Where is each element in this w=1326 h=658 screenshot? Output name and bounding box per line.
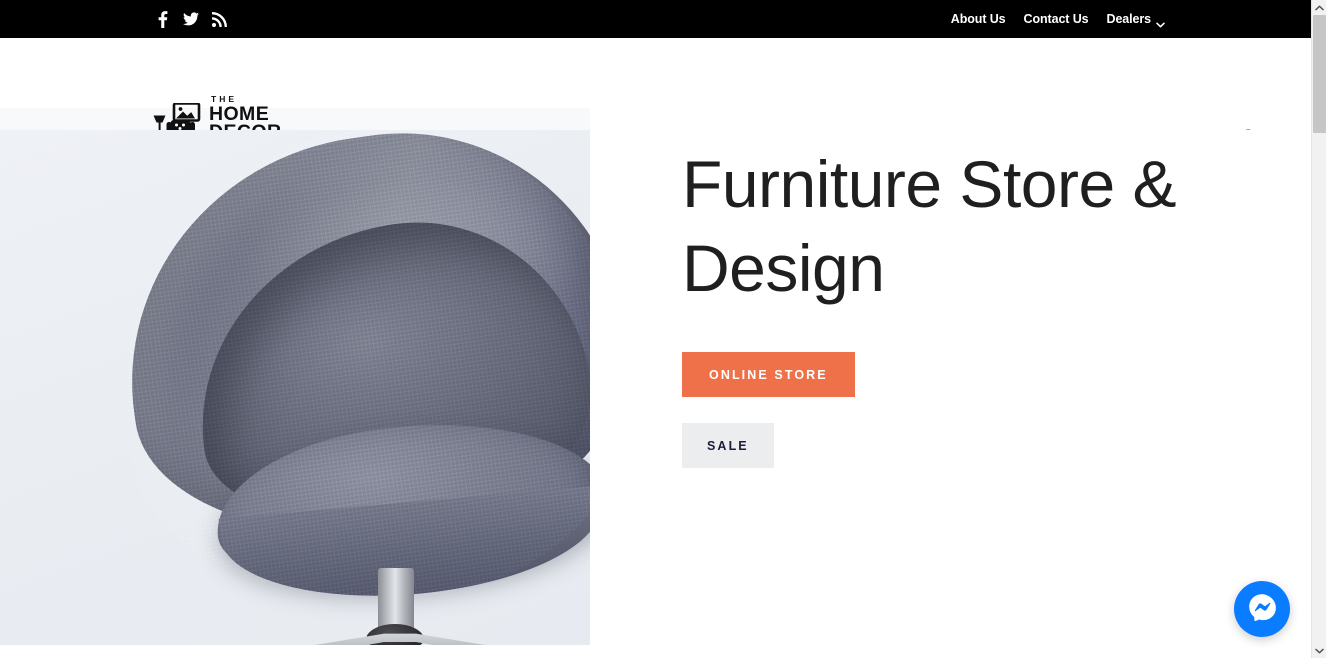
hero-section: Furniture Store & Design ONLINE STORE SA… xyxy=(0,130,1311,658)
browser-viewport: About Us Contact Us Dealers THE HOME Fur… xyxy=(0,0,1311,658)
sale-button[interactable]: SALE xyxy=(682,423,774,468)
top-link-label: Contact Us xyxy=(1023,12,1089,26)
page-root: About Us Contact Us Dealers THE HOME Fur… xyxy=(0,0,1326,658)
hero-cta-group: ONLINE STORE SALE xyxy=(682,352,1242,468)
scrollbar-up-arrow[interactable] xyxy=(1312,0,1326,15)
page-title: Furniture Store & Design xyxy=(682,147,1177,305)
messenger-icon xyxy=(1246,591,1278,628)
top-utility-bar: About Us Contact Us Dealers xyxy=(0,0,1311,38)
top-link-contact-us[interactable]: Contact Us xyxy=(1024,12,1089,26)
hero-image xyxy=(0,130,590,645)
top-link-about-us[interactable]: About Us xyxy=(951,12,1006,26)
online-store-button[interactable]: ONLINE STORE xyxy=(682,352,855,397)
top-utility-menu: About Us Contact Us Dealers xyxy=(951,0,1165,38)
scrollbar-thumb[interactable] xyxy=(1313,15,1326,133)
top-link-label: Dealers xyxy=(1106,12,1152,26)
chair-illustration xyxy=(0,130,590,645)
rss-icon[interactable] xyxy=(211,11,227,28)
top-link-dealers[interactable]: Dealers xyxy=(1106,12,1165,28)
top-link-label: About Us xyxy=(950,12,1006,26)
chevron-down-icon xyxy=(1156,17,1165,28)
messenger-chat-button[interactable] xyxy=(1234,581,1290,637)
vertical-scrollbar[interactable] xyxy=(1311,0,1326,658)
scrollbar-down-arrow[interactable] xyxy=(1312,643,1326,658)
hero-content: Furniture Store & Design ONLINE STORE SA… xyxy=(682,130,1242,468)
site-header: THE HOME DECOR STORE Wall Art Clocks xyxy=(0,38,1311,168)
twitter-icon[interactable] xyxy=(183,11,199,28)
facebook-icon[interactable] xyxy=(155,10,171,28)
social-links xyxy=(155,0,227,38)
